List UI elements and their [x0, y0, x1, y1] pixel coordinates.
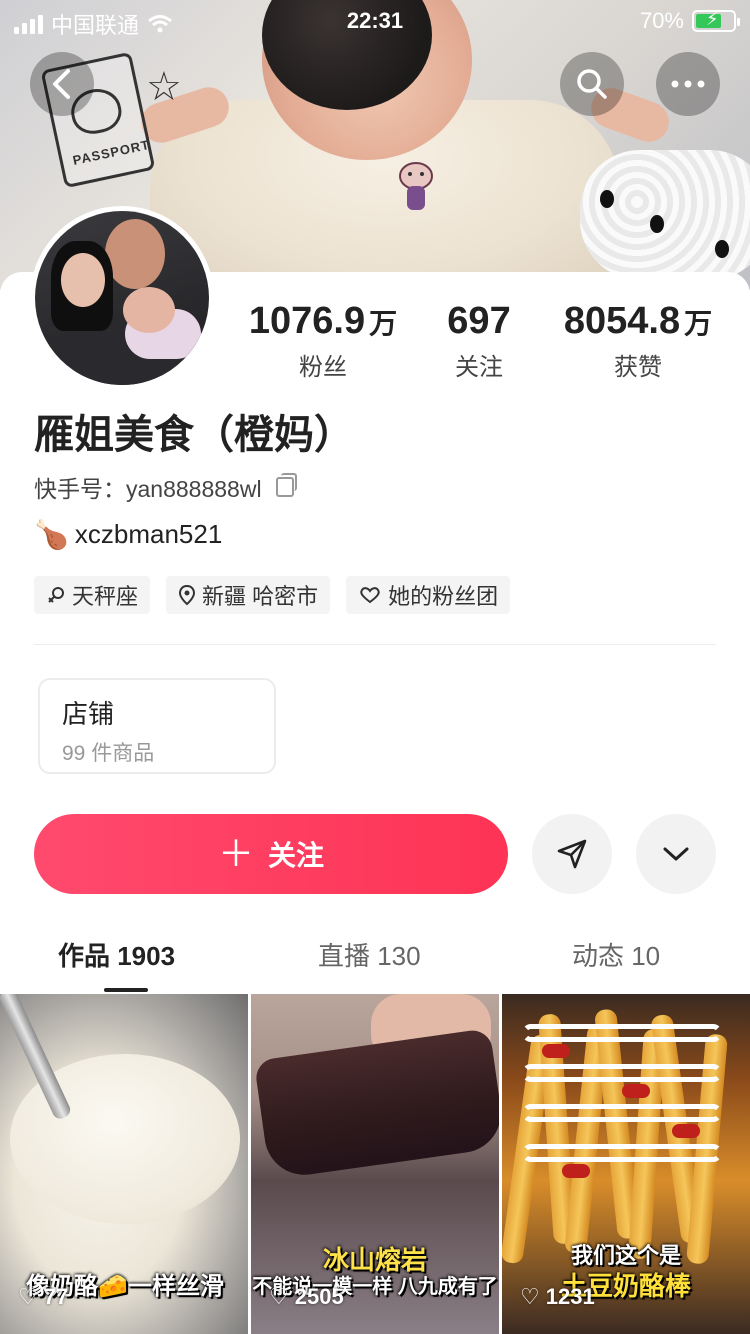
bio-text: xczbman521: [74, 519, 223, 549]
heart-icon: ♡: [269, 1284, 289, 1309]
kuaishou-id: 快手号：yan888888wl: [34, 476, 262, 502]
tag-fan-club[interactable]: 她的粉丝团: [346, 576, 511, 614]
chevron-left-icon: [53, 69, 70, 99]
copy-icon[interactable]: [275, 473, 297, 497]
heart-outline-icon: [360, 587, 380, 604]
clock: 22:31: [346, 8, 404, 33]
following-label: 关注: [455, 354, 503, 381]
fans-label: 粉丝: [299, 354, 347, 381]
shop-item-count: 99 件商品: [62, 742, 155, 765]
location-pin-icon: [179, 584, 196, 606]
back-button[interactable]: [30, 52, 94, 116]
video-thumbnail[interactable]: 冰山熔岩 不能说一模一样 八九成有了 ♡ 2505: [251, 994, 499, 1334]
section-divider: [34, 644, 716, 645]
likes-label: 获赞: [614, 354, 662, 381]
tag-location-text: 新疆 哈密市: [202, 584, 319, 609]
shop-title: 店铺: [62, 699, 115, 729]
fans-stat[interactable]: 1076.9 万 粉丝: [240, 300, 406, 382]
follow-label: 关注: [268, 840, 325, 871]
chevron-down-icon: [663, 847, 689, 861]
video-like-count: 1231: [545, 1284, 595, 1309]
shop-card[interactable]: 店铺 99 件商品: [38, 678, 276, 774]
tab-works[interactable]: 作品 1903: [58, 936, 175, 973]
active-tab-indicator: [104, 988, 148, 992]
libra-icon: [48, 587, 64, 603]
fans-count: 1076.9: [248, 300, 366, 342]
tab-live[interactable]: 直播 130: [318, 936, 421, 973]
plus-icon: ＋: [217, 833, 254, 874]
video-likes: ♡ 2505: [269, 1284, 344, 1310]
more-dots-icon: [671, 80, 705, 88]
share-button[interactable]: [532, 814, 612, 894]
following-stat[interactable]: 697 关注: [424, 300, 534, 382]
tag-constellation[interactable]: 天秤座: [34, 576, 151, 614]
heart-icon: ♡: [18, 1284, 38, 1309]
profile-tags: 天秤座 新疆 哈密市 她的粉丝团: [34, 576, 511, 614]
heart-icon: ♡: [520, 1284, 540, 1309]
likes-unit: 万: [684, 308, 713, 339]
video-like-count: 2505: [294, 1284, 344, 1309]
drumstick-icon: 🍗: [34, 519, 69, 550]
send-icon: [557, 839, 587, 869]
more-button[interactable]: [656, 52, 720, 116]
video-thumbnail[interactable]: 我们这个是 土豆奶酪棒 ♡ 1231: [502, 994, 750, 1334]
search-icon: [577, 69, 607, 99]
profile-bio: 🍗 xczbman521: [34, 518, 222, 551]
tag-location[interactable]: 新疆 哈密市: [166, 576, 331, 614]
star-doodle: ☆: [146, 65, 182, 109]
search-button[interactable]: [560, 52, 624, 116]
video-likes: ♡ 1231: [520, 1284, 595, 1310]
kuaishou-id-row: 快手号：yan888888wl: [34, 470, 297, 504]
profile-name: 雁姐美食（橙妈）: [34, 413, 354, 457]
video-likes: ♡ 77: [18, 1284, 68, 1310]
video-like-count: 77: [43, 1284, 69, 1309]
pig-print-icon: [399, 162, 433, 210]
following-count: 697: [447, 300, 511, 342]
likes-count: 8054.8: [563, 300, 681, 342]
tag-fan-club-text: 她的粉丝团: [388, 584, 499, 609]
battery-percent: 70%: [639, 8, 684, 33]
video-grid: 像奶酪🧀一样丝滑 ♡ 77 冰山熔岩 不能说一模一样 八九成有了 ♡ 2505 …: [0, 994, 750, 1334]
tag-constellation-text: 天秤座: [72, 584, 139, 609]
follow-button[interactable]: ＋ 关注: [34, 814, 508, 894]
avatar[interactable]: [30, 206, 214, 390]
fans-unit: 万: [369, 308, 398, 339]
tab-moments[interactable]: 动态 10: [572, 936, 660, 973]
profile-stats: 1076.9 万 粉丝 697 关注 8054.8 万 获赞: [240, 300, 730, 390]
battery-icon: ⚡: [692, 9, 740, 32]
likes-stat[interactable]: 8054.8 万 获赞: [546, 300, 730, 382]
video-thumbnail[interactable]: 像奶酪🧀一样丝滑 ♡ 77: [0, 994, 248, 1334]
content-tabs: 作品 1903 直播 130 动态 10: [0, 924, 750, 994]
expand-button[interactable]: [636, 814, 716, 894]
status-bar: 中国联通 22:31 70% ⚡: [0, 0, 750, 42]
